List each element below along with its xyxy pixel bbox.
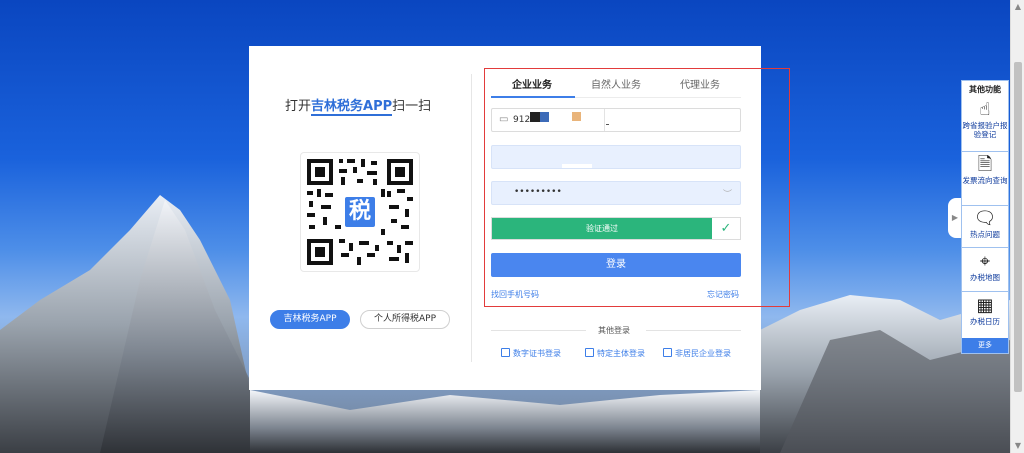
tab-natural-person[interactable]: 自然人业务	[591, 76, 641, 91]
digital-certificate-login-link[interactable]: 数字证书登录	[501, 348, 561, 359]
non-resident-enterprise-login-link[interactable]: 非居民企业登录	[663, 348, 731, 359]
verification-status: 验证通过	[492, 218, 712, 239]
password-field[interactable]: ••••••••• ︶	[491, 181, 741, 205]
side-item-label: 办税地图	[970, 273, 1000, 282]
other-login-divider-right	[646, 330, 741, 331]
specific-entity-login-link[interactable]: 特定主体登录	[585, 348, 645, 359]
tax-logo-icon: 税	[343, 195, 377, 229]
redaction-block	[530, 112, 540, 122]
side-item-tax-map[interactable]: ⌖ 办税地图	[962, 251, 1008, 282]
slider-verification[interactable]: 验证通过 ✓	[491, 217, 741, 240]
document-icon: 🗎	[977, 154, 993, 175]
scroll-up-arrow-icon[interactable]: ▲	[1013, 2, 1023, 12]
side-separator	[962, 151, 1008, 152]
taxpayer-id-field[interactable]: ▭ 912	[491, 108, 741, 132]
tab-agent[interactable]: 代理业务	[680, 76, 720, 91]
qr-title-prefix: 打开	[285, 99, 312, 114]
taxpayer-id-value: 912	[513, 115, 531, 125]
login-card: 打开吉林税务APP扫一扫 税 吉林税务APP 个人所得税APP 企业业务 自然人…	[249, 46, 761, 390]
personal-income-tax-app-button[interactable]: 个人所得税APP	[360, 310, 450, 329]
forgot-password-link[interactable]: 忘记密码	[707, 289, 739, 300]
redaction-block	[562, 164, 592, 168]
digital-certificate-login-label: 数字证书登录	[513, 349, 561, 358]
login-tabs: 企业业务 自然人业务 代理业务	[491, 76, 741, 98]
calendar-icon: ▦	[976, 295, 994, 316]
qr-title-suffix: 扫一扫	[392, 99, 432, 114]
jilin-tax-app-button[interactable]: 吉林税务APP	[270, 310, 350, 329]
hand-pointer-icon: ☝	[979, 99, 991, 120]
non-resident-enterprise-login-label: 非居民企业登录	[675, 349, 731, 358]
login-button[interactable]: 登录	[491, 253, 741, 277]
enterprise-icon	[663, 348, 672, 357]
qr-scan-title: 打开吉林税务APP扫一扫	[285, 95, 435, 116]
id-card-icon: ▭	[499, 114, 509, 125]
eye-closed-icon[interactable]: ︶	[723, 187, 732, 200]
entity-icon	[585, 348, 594, 357]
redaction-block	[540, 112, 549, 122]
active-tab-indicator	[491, 96, 575, 98]
other-login-title: 其他登录	[598, 326, 630, 335]
find-phone-number-link[interactable]: 找回手机号码	[491, 289, 539, 300]
field-separator	[604, 109, 605, 131]
map-pin-icon: ⌖	[979, 251, 991, 272]
side-item-invoice-flow-query[interactable]: 🗎 发票流向查询	[962, 154, 1008, 185]
more-button[interactable]: 更多	[962, 338, 1008, 353]
side-item-tax-calendar[interactable]: ▦ 办税日历	[962, 295, 1008, 326]
chat-bubble-icon: 🗨	[973, 208, 997, 229]
page-scrollbar[interactable]: ▲ ▼	[1010, 0, 1024, 453]
qr-code: 税	[300, 152, 420, 272]
account-field[interactable]	[491, 145, 741, 169]
side-panel-title: 其他功能	[969, 85, 1001, 94]
side-separator	[962, 205, 1008, 206]
side-separator	[962, 291, 1008, 292]
side-function-panel: 其他功能 ☝ 跨省报验户报验登记 🗎 发票流向查询 🗨 热点问题 ⌖ 办税地图 …	[961, 80, 1009, 354]
scroll-down-arrow-icon[interactable]: ▼	[1013, 441, 1023, 451]
side-item-label: 发票流向查询	[962, 176, 1008, 185]
side-item-cross-province-registration[interactable]: ☝ 跨省报验户报验登记	[962, 99, 1008, 139]
side-separator	[962, 247, 1008, 248]
redaction-block	[572, 112, 581, 121]
side-item-label: 热点问题	[970, 230, 1000, 239]
tab-enterprise[interactable]: 企业业务	[512, 76, 552, 91]
qr-title-app: 吉林税务APP	[311, 99, 393, 116]
specific-entity-login-label: 特定主体登录	[597, 349, 645, 358]
side-item-label: 跨省报验户报验登记	[962, 121, 1008, 139]
password-value: •••••••••	[514, 187, 562, 197]
side-panel-collapse-handle[interactable]: ▶	[948, 198, 962, 238]
side-item-hot-questions[interactable]: 🗨 热点问题	[962, 208, 1008, 239]
certificate-icon	[501, 348, 510, 357]
side-item-label: 办税日历	[970, 317, 1000, 326]
scroll-thumb[interactable]	[1014, 62, 1022, 392]
panel-divider	[471, 74, 472, 362]
checkmark-icon: ✓	[720, 221, 732, 236]
other-login-divider-left	[491, 330, 586, 331]
field-mark	[606, 124, 609, 125]
